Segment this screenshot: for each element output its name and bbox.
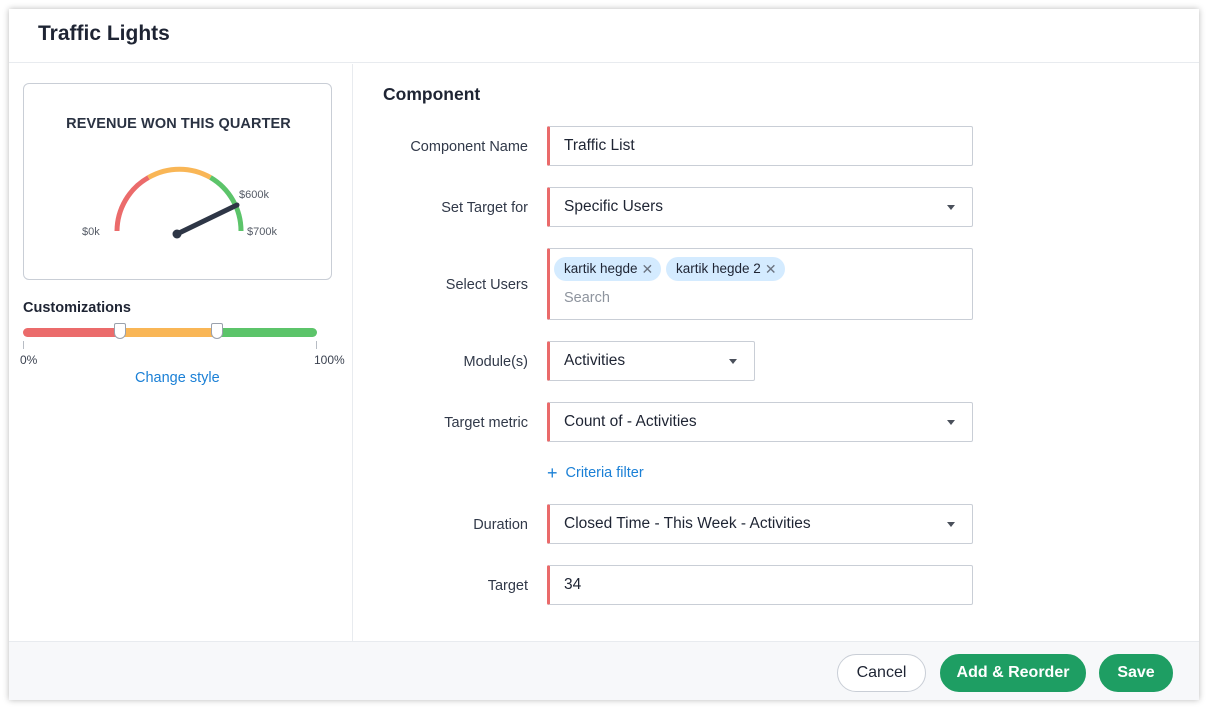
gauge-needle bbox=[174, 202, 240, 237]
cancel-button[interactable]: Cancel bbox=[837, 654, 926, 692]
user-search-input[interactable] bbox=[564, 290, 944, 306]
chevron-down-icon bbox=[729, 359, 737, 364]
dialog-footer: Cancel Add & Reorder Save bbox=[9, 641, 1199, 700]
gauge-preview-card: REVENUE WON THIS QUARTER $0k $600k $700k bbox=[23, 83, 332, 280]
modules-label: Module(s) bbox=[463, 354, 528, 370]
slider-handle-high[interactable] bbox=[211, 323, 223, 339]
set-target-for-select[interactable]: Specific Users bbox=[547, 187, 973, 227]
gauge-min-label: $0k bbox=[82, 226, 100, 238]
component-name-field[interactable]: Traffic List bbox=[547, 126, 973, 166]
add-reorder-button[interactable]: Add & Reorder bbox=[940, 654, 1086, 692]
chevron-down-icon bbox=[947, 205, 955, 210]
component-name-value: Traffic List bbox=[564, 137, 635, 154]
duration-label: Duration bbox=[473, 517, 528, 533]
select-users-label: Select Users bbox=[445, 277, 528, 293]
chevron-down-icon bbox=[947, 522, 955, 527]
remove-chip-icon[interactable]: ✕ bbox=[642, 257, 654, 281]
target-value: 34 bbox=[564, 576, 582, 593]
component-name-label: Component Name bbox=[410, 139, 528, 155]
dialog-header: Traffic Lights bbox=[9, 9, 1199, 63]
customizations-title: Customizations bbox=[23, 300, 131, 316]
remove-chip-icon[interactable]: ✕ bbox=[765, 257, 777, 281]
set-target-for-label: Set Target for bbox=[441, 200, 528, 216]
set-target-for-value: Specific Users bbox=[564, 198, 664, 215]
user-chip: kartik hegde ✕ bbox=[554, 257, 662, 281]
slider-handle-low[interactable] bbox=[114, 323, 126, 339]
plus-icon: + bbox=[547, 463, 558, 483]
gauge-max-label: $700k bbox=[247, 226, 277, 238]
scale-min-label: 0% bbox=[20, 353, 38, 367]
gauge-upper-label: $600k bbox=[239, 189, 269, 201]
target-metric-value: Count of - Activities bbox=[564, 413, 697, 430]
criteria-filter-label: Criteria filter bbox=[565, 465, 644, 481]
red-range bbox=[23, 328, 120, 337]
preview-panel: REVENUE WON THIS QUARTER $0k $600k $700k… bbox=[9, 64, 353, 641]
duration-select[interactable]: Closed Time - This Week - Activities bbox=[547, 504, 973, 544]
scale-max-label: 100% bbox=[314, 353, 345, 367]
save-button[interactable]: Save bbox=[1099, 654, 1173, 692]
modules-value: Activities bbox=[564, 352, 626, 369]
user-chip-label: kartik hegde bbox=[564, 261, 638, 276]
section-title: Component bbox=[383, 84, 481, 104]
user-chip-label: kartik hegde 2 bbox=[676, 261, 761, 276]
target-field[interactable]: 34 bbox=[547, 565, 973, 605]
chevron-down-icon bbox=[947, 420, 955, 425]
green-range bbox=[217, 328, 317, 337]
yellow-range bbox=[120, 328, 217, 337]
traffic-lights-dialog: Traffic Lights REVENUE WON THIS QUARTER … bbox=[9, 9, 1199, 700]
target-metric-select[interactable]: Count of - Activities bbox=[547, 402, 973, 442]
criteria-filter-link[interactable]: + Criteria filter bbox=[547, 463, 644, 483]
gauge-red-arc bbox=[114, 175, 150, 232]
threshold-slider[interactable] bbox=[23, 323, 317, 339]
slider-scale bbox=[23, 341, 317, 349]
target-label: Target bbox=[487, 578, 528, 594]
change-style-link[interactable]: Change style bbox=[135, 370, 220, 386]
select-users-field[interactable]: kartik hegde ✕ kartik hegde 2 ✕ bbox=[547, 248, 973, 320]
dialog-title: Traffic Lights bbox=[38, 22, 170, 45]
target-metric-label: Target metric bbox=[444, 415, 528, 431]
gauge-yellow-arc bbox=[147, 166, 212, 180]
modules-select[interactable]: Activities bbox=[547, 341, 755, 381]
duration-value: Closed Time - This Week - Activities bbox=[564, 515, 811, 532]
gauge-needle-hub bbox=[172, 229, 182, 239]
gauge-chart bbox=[114, 166, 244, 239]
user-chip: kartik hegde 2 ✕ bbox=[666, 257, 785, 281]
